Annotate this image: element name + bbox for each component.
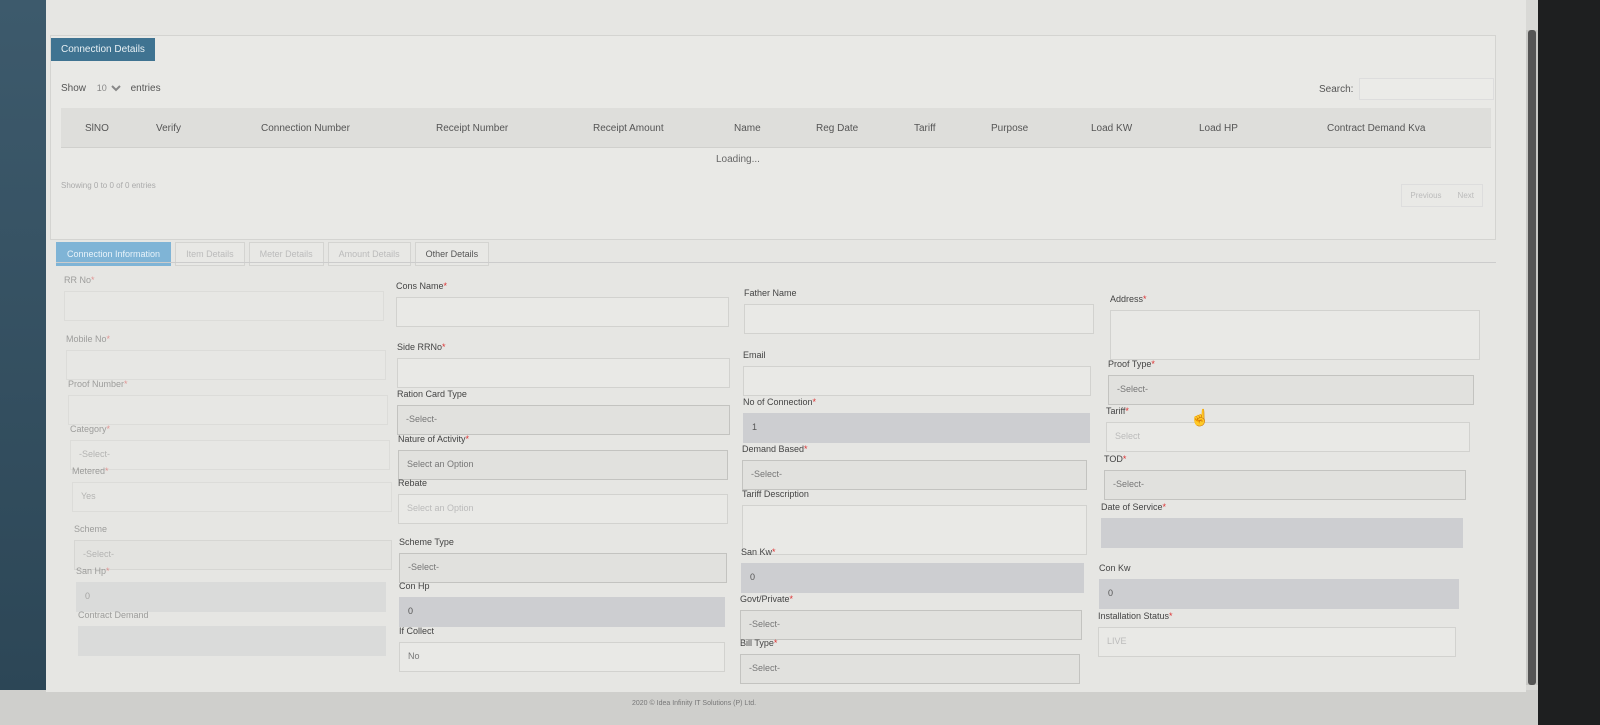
main-content: Connection Details Show 10 entries Searc… [46, 0, 1526, 692]
bill-type-select[interactable]: -Select- [740, 654, 1080, 684]
tod-select[interactable]: -Select- [1104, 470, 1466, 500]
ration-card-type-field: Ration Card Type -Select- [397, 389, 730, 435]
col-tariff[interactable]: Tariff [914, 123, 936, 134]
side-rrno-input[interactable] [397, 358, 730, 388]
demand-based-select[interactable]: -Select- [742, 460, 1087, 490]
email-input[interactable] [743, 366, 1091, 396]
entries-length: Show 10 entries [61, 82, 161, 94]
bill-type-field: Bill Type* -Select- [740, 638, 1080, 684]
installation-status-select[interactable]: LIVE [1098, 627, 1456, 657]
col-reg-date[interactable]: Reg Date [816, 123, 858, 134]
ration-card-type-select[interactable]: -Select- [397, 405, 730, 435]
scheme-field: Scheme -Select- [74, 524, 392, 570]
govt-private-field: Govt/Private* -Select- [740, 594, 1082, 640]
if-collect-field: If Collect No [399, 626, 725, 672]
pagination: Previous Next [1401, 184, 1483, 207]
metered-select[interactable]: Yes [72, 482, 392, 512]
con-kw-field: Con Kw 0 [1099, 563, 1459, 609]
entries-label: entries [130, 83, 161, 94]
no-of-connection-input[interactable]: 1 [743, 413, 1090, 443]
father-name-input[interactable] [744, 304, 1094, 334]
proof-type-select[interactable]: -Select- [1108, 375, 1474, 405]
next-button[interactable]: Next [1450, 185, 1482, 206]
no-of-connection-field: No of Connection* 1 [743, 397, 1090, 443]
screen-bottom [0, 690, 1540, 725]
con-hp-input[interactable]: 0 [399, 597, 725, 627]
page-scrollbar[interactable] [1526, 30, 1538, 685]
side-rrno-field: Side RRNo* [397, 342, 730, 388]
loading-text: Loading... [716, 154, 760, 165]
col-connection-number[interactable]: Connection Number [261, 123, 350, 134]
entries-select[interactable]: 10 [92, 82, 124, 94]
con-hp-field: Con Hp 0 [399, 581, 725, 627]
san-hp-input[interactable]: 0 [76, 582, 386, 612]
contract-demand-input[interactable] [78, 626, 386, 656]
rebate-select[interactable]: Select an Option [398, 494, 728, 524]
col-verify[interactable]: Verify [156, 123, 181, 134]
contract-demand-field: Contract Demand [78, 610, 386, 656]
col-load-hp[interactable]: Load HP [1199, 123, 1238, 134]
col-receipt-amount[interactable]: Receipt Amount [593, 123, 664, 134]
san-kw-field: San Kw* 0 [741, 547, 1084, 593]
rr-no-field: RR No* [64, 275, 384, 321]
col-load-kw[interactable]: Load KW [1091, 123, 1132, 134]
table-header: SlNO Verify Connection Number Receipt Nu… [61, 108, 1491, 148]
search-input[interactable] [1359, 78, 1494, 100]
section-title: Connection Details [51, 38, 155, 61]
search-label: Search: [1319, 84, 1354, 95]
con-kw-input[interactable]: 0 [1099, 579, 1459, 609]
address-field: Address* [1110, 294, 1480, 360]
scrollbar-thumb[interactable] [1528, 30, 1536, 685]
mobile-no-input[interactable] [66, 350, 386, 380]
footer-text: 2020 © Idea Infinity IT Solutions (P) Lt… [632, 700, 757, 707]
connection-details-panel: Connection Details Show 10 entries Searc… [50, 35, 1496, 240]
proof-type-field: Proof Type* -Select- [1108, 359, 1474, 405]
metered-field: Metered* Yes [72, 466, 392, 512]
table-search: Search: [1319, 78, 1494, 100]
nature-of-activity-field: Nature of Activity* Select an Option [398, 434, 728, 480]
col-name[interactable]: Name [734, 123, 761, 134]
scheme-type-select[interactable]: -Select- [399, 553, 727, 583]
proof-number-field: Proof Number* [68, 379, 388, 425]
rr-no-input[interactable] [64, 291, 384, 321]
date-of-service-input[interactable] [1101, 518, 1463, 548]
demand-based-field: Demand Based* -Select- [742, 444, 1087, 490]
cons-name-field: Cons Name* [396, 281, 729, 327]
col-receipt-number[interactable]: Receipt Number [436, 123, 508, 134]
tab-divider [56, 262, 1496, 263]
nature-of-activity-select[interactable]: Select an Option [398, 450, 728, 480]
tariff-field: Tariff* Select [1106, 406, 1470, 452]
rebate-field: Rebate Select an Option [398, 478, 728, 524]
email-field: Email [743, 350, 1091, 396]
mobile-no-field: Mobile No* [66, 334, 386, 380]
date-of-service-field: Date of Service* [1101, 502, 1463, 548]
sidebar [0, 0, 46, 700]
col-contract-demand-kva[interactable]: Contract Demand Kva [1327, 123, 1425, 134]
san-hp-field: San Hp* 0 [76, 566, 386, 612]
tariff-select[interactable]: Select [1106, 422, 1470, 452]
hand-cursor-icon: ☝ [1190, 410, 1210, 427]
table-info: Showing 0 to 0 of 0 entries [61, 181, 156, 190]
tariff-description-field: Tariff Description [742, 489, 1087, 555]
previous-button[interactable]: Previous [1402, 185, 1449, 206]
cons-name-input[interactable] [396, 297, 729, 327]
address-textarea[interactable] [1110, 310, 1480, 360]
scheme-type-field: Scheme Type -Select- [399, 537, 727, 583]
father-name-field: Father Name [744, 288, 1094, 334]
col-purpose[interactable]: Purpose [991, 123, 1028, 134]
installation-status-field: Installation Status* LIVE [1098, 611, 1456, 657]
show-label: Show [61, 83, 87, 94]
col-slno[interactable]: SlNO [85, 123, 109, 134]
monitor-bezel [1538, 0, 1600, 725]
san-kw-input[interactable]: 0 [741, 563, 1084, 593]
tod-field: TOD* -Select- [1104, 454, 1466, 500]
proof-number-input[interactable] [68, 395, 388, 425]
govt-private-select[interactable]: -Select- [740, 610, 1082, 640]
category-field: Category* -Select- [70, 424, 390, 470]
if-collect-select[interactable]: No [399, 642, 725, 672]
